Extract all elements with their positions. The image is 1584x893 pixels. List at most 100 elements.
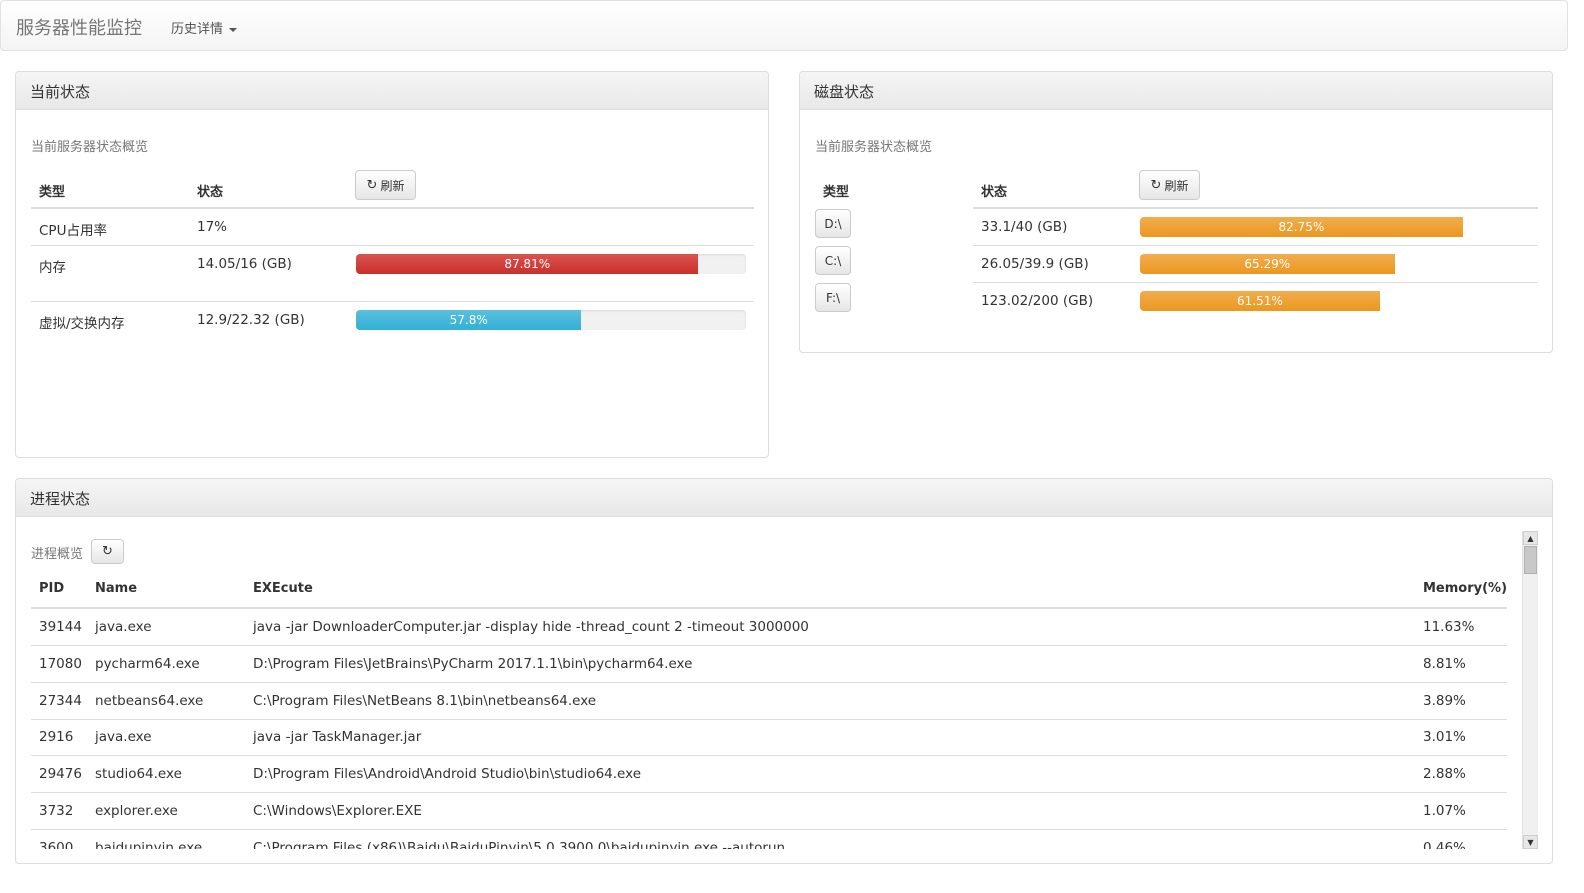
col-type: 类型 xyxy=(823,185,850,200)
refresh-button-label: 刷新 xyxy=(1164,178,1189,193)
header-divider xyxy=(973,207,1538,209)
row-divider xyxy=(31,301,754,302)
drive-label: D:\ xyxy=(824,216,842,231)
execute-cell: C:\Program Files\NetBeans 8.1\bin\netbea… xyxy=(253,693,597,709)
memory-cell: 0.46% xyxy=(1423,840,1466,849)
history-dropdown[interactable]: 历史详情 xyxy=(171,18,238,37)
disk-refresh-button[interactable]: ↻ 刷新 xyxy=(1139,170,1200,200)
process-subtitle: 进程概览 xyxy=(31,547,84,562)
header-divider xyxy=(31,207,754,209)
drive-label: C:\ xyxy=(824,253,842,268)
drive-c-progress-label: 65.29% xyxy=(1244,257,1291,271)
name-cell: baidupinyin.exe xyxy=(95,840,203,849)
row-divider xyxy=(31,829,1507,830)
pid-cell: 39144 xyxy=(39,619,82,635)
brand-title[interactable]: 服务器性能监控 xyxy=(16,14,142,40)
status-cell: 123.02/200 (GB) xyxy=(981,293,1094,309)
caret-down-icon xyxy=(229,27,238,32)
swap-progress: 57.8% xyxy=(356,310,746,330)
swap-progress-label: 57.8% xyxy=(449,313,488,327)
row-divider xyxy=(31,245,754,246)
disk-status-panel: 磁盘状态 当前服务器状态概览 类型 状态 ↻ 刷新 D:\ 33.1/40 (G… xyxy=(799,71,1553,353)
memory-cell: 3.01% xyxy=(1423,729,1466,745)
pid-cell: 17080 xyxy=(39,656,82,672)
drive-label: F:\ xyxy=(825,290,841,305)
refresh-icon: ↻ xyxy=(366,177,378,193)
current-status-panel: 当前状态 当前服务器状态概览 类型 状态 ↻ 刷新 CPU占用率 17% 内存 … xyxy=(15,71,769,458)
execute-cell: C:\Windows\Explorer.EXE xyxy=(253,803,422,819)
memory-cell: 11.63% xyxy=(1423,619,1475,635)
drive-d-button[interactable]: D:\ xyxy=(815,209,851,238)
type-cell: 虚拟/交换内存 xyxy=(39,316,125,332)
memory-progress: 87.81% xyxy=(356,254,746,274)
status-cell: 26.05/39.9 (GB) xyxy=(981,256,1089,272)
memory-cell: 2.88% xyxy=(1423,766,1466,782)
col-memory: Memory(%) xyxy=(1423,581,1508,596)
drive-f-progress: 61.51% xyxy=(1140,291,1530,311)
name-cell: java.exe xyxy=(95,729,152,745)
process-scroll-area[interactable]: 进程概览 ↻ PID Name EXEcute Memory(%) 39144 … xyxy=(30,531,1535,849)
pid-cell: 2916 xyxy=(39,729,74,745)
drive-c-button[interactable]: C:\ xyxy=(815,246,851,275)
type-cell: 内存 xyxy=(39,260,66,276)
col-type: 类型 xyxy=(39,185,66,200)
history-dropdown-label: 历史详情 xyxy=(171,22,224,37)
row-divider xyxy=(31,755,1507,756)
status-cell: 12.9/22.32 (GB) xyxy=(197,312,305,328)
col-execute: EXEcute xyxy=(253,581,313,596)
memory-cell: 1.07% xyxy=(1423,803,1466,819)
drive-d-progress: 82.75% xyxy=(1140,217,1530,237)
execute-cell: D:\Program Files\JetBrains\PyCharm 2017.… xyxy=(253,656,693,672)
process-status-title: 进程状态 xyxy=(16,479,1552,517)
col-name: Name xyxy=(95,581,138,596)
execute-cell: java -jar DownloaderComputer.jar -displa… xyxy=(253,619,809,635)
name-cell: netbeans64.exe xyxy=(95,693,204,709)
drive-d-progress-label: 82.75% xyxy=(1278,220,1325,234)
row-divider xyxy=(31,719,1507,720)
current-status-subtitle: 当前服务器状态概览 xyxy=(31,140,149,155)
swap-progress-bar: 57.8% xyxy=(356,310,582,330)
scrollbar-thumb[interactable] xyxy=(1524,546,1537,574)
memory-progress-bar: 87.81% xyxy=(356,254,699,274)
row-divider xyxy=(31,792,1507,793)
execute-cell: D:\Program Files\Android\Android Studio\… xyxy=(253,766,641,782)
process-refresh-button[interactable]: ↻ xyxy=(91,539,124,564)
execute-cell: java -jar TaskManager.jar xyxy=(253,729,422,745)
disk-status-subtitle: 当前服务器状态概览 xyxy=(815,140,933,155)
status-cell: 14.05/16 (GB) xyxy=(197,256,292,272)
current-status-title: 当前状态 xyxy=(16,72,768,110)
drive-c-progress-bar: 65.29% xyxy=(1140,254,1395,274)
memory-progress-label: 87.81% xyxy=(504,257,551,271)
pid-cell: 3600 xyxy=(39,840,74,849)
row-divider xyxy=(31,645,1507,646)
row-divider xyxy=(973,245,1538,246)
memory-cell: 8.81% xyxy=(1423,656,1466,672)
name-cell: java.exe xyxy=(95,619,152,635)
row-divider xyxy=(973,282,1538,283)
drive-c-progress: 65.29% xyxy=(1140,254,1530,274)
drive-f-button[interactable]: F:\ xyxy=(815,283,851,312)
name-cell: pycharm64.exe xyxy=(95,656,200,672)
pid-cell: 27344 xyxy=(39,693,82,709)
drive-f-progress-label: 61.51% xyxy=(1237,294,1283,308)
refresh-icon: ↻ xyxy=(102,544,113,559)
refresh-button-label: 刷新 xyxy=(380,178,405,193)
refresh-button[interactable]: ↻ 刷新 xyxy=(355,170,416,200)
execute-cell: C:\Program Files (x86)\Baidu\BaiduPinyin… xyxy=(253,840,786,849)
process-scrollbar[interactable]: ▲ ▼ xyxy=(1522,531,1538,849)
scroll-down-icon[interactable]: ▼ xyxy=(1523,835,1538,849)
drive-f-progress-bar: 61.51% xyxy=(1140,291,1380,311)
status-cell: 33.1/40 (GB) xyxy=(981,219,1068,235)
navbar: 服务器性能监控 历史详情 xyxy=(0,0,1568,51)
pid-cell: 3732 xyxy=(39,803,74,819)
status-cell: 17% xyxy=(197,219,228,235)
type-cell: CPU占用率 xyxy=(39,223,107,239)
drive-d-progress-bar: 82.75% xyxy=(1140,217,1463,237)
disk-status-title: 磁盘状态 xyxy=(800,72,1552,110)
memory-cell: 3.89% xyxy=(1423,693,1466,709)
col-status: 状态 xyxy=(197,185,224,200)
row-divider xyxy=(31,682,1507,683)
scroll-up-icon[interactable]: ▲ xyxy=(1523,531,1538,545)
col-status: 状态 xyxy=(981,185,1008,200)
pid-cell: 29476 xyxy=(39,766,82,782)
